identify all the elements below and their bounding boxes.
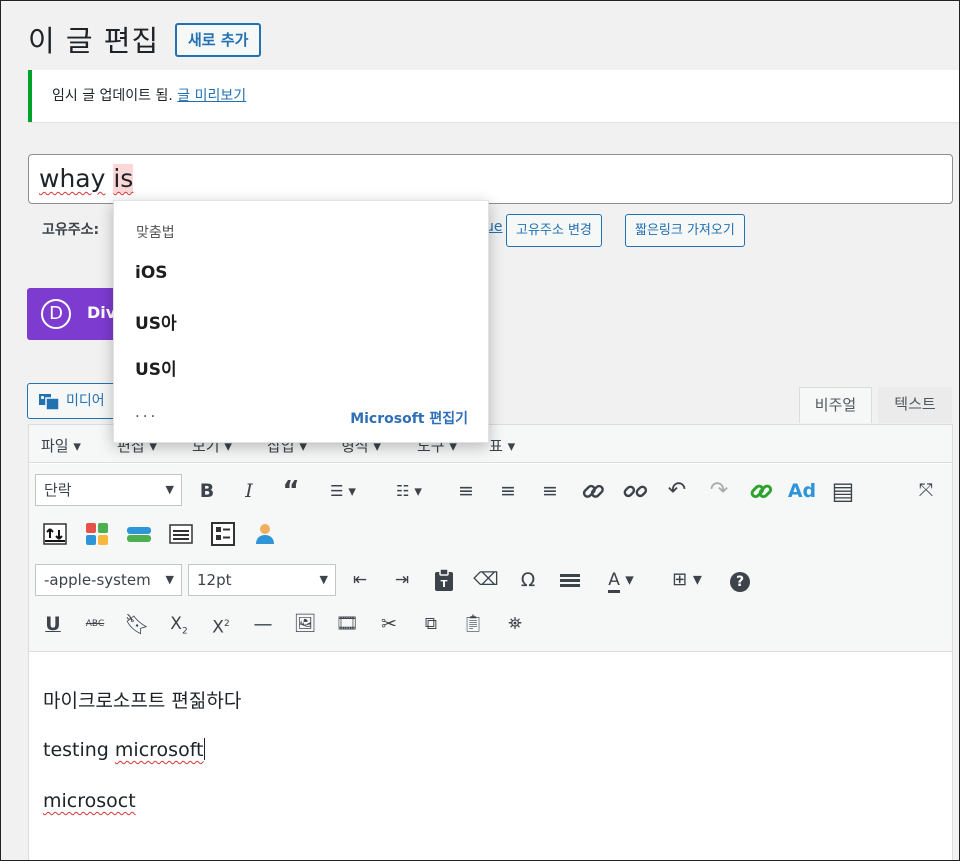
table-list-icon[interactable]: ▤ <box>829 477 857 505</box>
numbered-list-icon[interactable]: ☷ ▾ <box>385 477 433 505</box>
superscript-icon[interactable]: X2 <box>207 610 235 638</box>
content-line-1: 마이크로소프트 편짊하다 <box>43 690 242 712</box>
permalink-label: 고유주소: <box>42 222 100 238</box>
italic-icon[interactable]: I <box>235 477 263 505</box>
align-right-icon[interactable]: ≡ <box>536 477 564 505</box>
suggestion-item[interactable]: US아 <box>135 309 177 334</box>
add-new-button[interactable]: 새로 추가 <box>175 23 262 57</box>
copy-icon[interactable]: ⧉ <box>417 610 445 638</box>
notice-text: 임시 글 업데이트 됨. <box>52 88 173 104</box>
paste-text-icon[interactable]: T <box>430 566 458 594</box>
special-char-icon[interactable]: Ω <box>514 566 542 594</box>
bold-icon[interactable]: B <box>193 477 221 505</box>
user-icon[interactable] <box>251 520 279 548</box>
edit-permalink-button[interactable]: 고유주소 변경 <box>506 214 602 247</box>
update-notice: 임시 글 업데이트 됨. 글 미리보기 <box>28 70 960 122</box>
media-label: 미디어 <box>66 393 105 409</box>
get-shortlink-button[interactable]: 짧은링크 가져오기 <box>625 214 745 247</box>
eraser-icon[interactable]: ⌫ <box>472 566 500 594</box>
shortcodes-icon[interactable] <box>83 520 111 548</box>
outdent-icon[interactable]: ⇤ <box>346 566 374 594</box>
editor-toolbar: 단락 ▼ B I “ ☰ ▾ ☷ ▾ ≡ ≡ ≡ ↶ ↷ Ad ▤ ⤧ -appl… <box>29 464 952 652</box>
preview-post-link[interactable]: 글 미리보기 <box>177 88 246 104</box>
format-select[interactable]: 단락 ▼ <box>35 474 182 506</box>
strikethrough-icon[interactable]: ABC <box>81 610 109 638</box>
font-size-select[interactable]: 12pt ▼ <box>188 564 336 596</box>
classic-editor: 파일 ▾ 편집 ▾ 보기 ▾ 삽입 ▾ 형식 ▾ 도구 ▾ 표 ▾ 단락 ▼ B … <box>28 424 953 861</box>
menu-table[interactable]: 표 ▾ <box>489 435 515 456</box>
post-title-input[interactable]: whay is <box>28 154 953 204</box>
link-icon[interactable] <box>579 477 607 505</box>
divi-logo-icon: D <box>41 299 71 329</box>
media-icon <box>39 394 60 411</box>
more-options-button[interactable]: ... <box>135 403 158 421</box>
subscript-icon[interactable]: X2 <box>165 610 193 638</box>
blockquote-icon[interactable]: “ <box>277 477 305 505</box>
ad-icon[interactable]: Ad <box>787 477 817 505</box>
hr-line-icon[interactable]: — <box>249 610 277 638</box>
tab-visual[interactable]: 비주얼 <box>799 387 872 423</box>
spell-suggestion-popup: 맞춤법 iOS US아 US이 ... Microsoft 편집기 <box>113 200 489 443</box>
tab-text[interactable]: 텍스트 <box>878 387 952 423</box>
table-icon[interactable]: ⊞ ▾ <box>663 566 711 594</box>
title-word-2: is <box>113 164 134 193</box>
indent-icon[interactable]: ⇥ <box>388 566 416 594</box>
insert-link-icon[interactable] <box>747 477 775 505</box>
redo-icon[interactable]: ↷ <box>705 477 733 505</box>
horizontal-rule-icon[interactable] <box>556 566 584 594</box>
content-line-2: testing microsoft <box>43 738 205 761</box>
paste-icon[interactable]: 📋︎ <box>459 610 487 638</box>
text-color-icon[interactable]: A ▾ <box>596 566 646 594</box>
video-icon[interactable]: 🎞︎ <box>333 610 361 638</box>
cut-icon[interactable]: ✂ <box>375 610 403 638</box>
svg-text:T: T <box>441 579 448 590</box>
menu-file[interactable]: 파일 ▾ <box>41 435 81 456</box>
form-icon[interactable] <box>209 520 237 548</box>
button-shortcode-icon[interactable] <box>125 520 153 548</box>
align-left-icon[interactable]: ≡ <box>452 477 480 505</box>
unlink-icon[interactable] <box>621 477 649 505</box>
undo-icon[interactable]: ↶ <box>663 477 691 505</box>
suggestion-item[interactable]: US이 <box>135 355 177 380</box>
font-family-select[interactable]: -apple-system ▼ <box>35 564 182 596</box>
content-line-3: microsoct <box>43 790 136 812</box>
microsoft-editor-brand: Microsoft 편집기 <box>350 411 468 427</box>
bullet-list-icon[interactable]: ☰ ▾ <box>319 477 367 505</box>
fullscreen-icon[interactable]: ⤧ <box>912 477 940 505</box>
underline-icon[interactable]: U <box>39 610 67 638</box>
columns-icon[interactable] <box>167 520 195 548</box>
title-word-1: whay <box>39 164 106 193</box>
page-break-icon[interactable] <box>41 520 69 548</box>
align-center-icon[interactable]: ≡ <box>494 477 522 505</box>
suggestion-item[interactable]: iOS <box>135 263 168 283</box>
page-title: 이 글 편집 <box>28 24 160 58</box>
help-icon[interactable]: ? <box>726 566 754 594</box>
popup-heading: 맞춤법 <box>136 225 175 241</box>
bookmark-icon[interactable]: 🔖︎ <box>123 610 151 638</box>
find-replace-icon[interactable]: ⛯ <box>501 610 529 638</box>
image-icon[interactable]: 🖼︎ <box>291 610 319 638</box>
